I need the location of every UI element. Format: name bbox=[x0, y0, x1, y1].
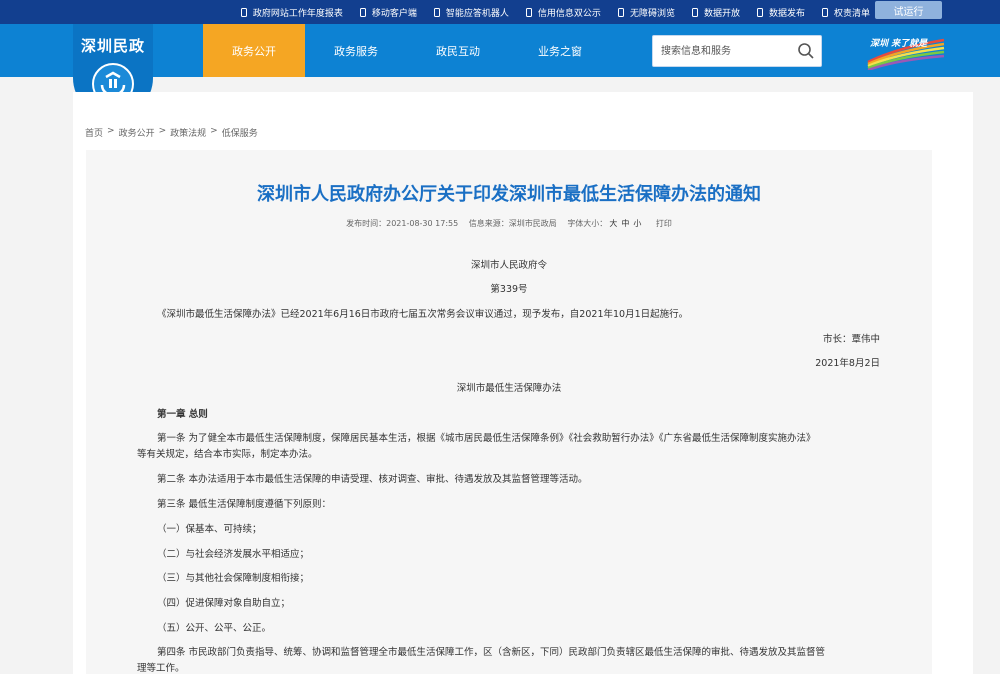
top-link-accessibility[interactable]: 无障碍浏览 bbox=[617, 6, 675, 19]
decree-issuer: 深圳市人民政府令 bbox=[470, 260, 547, 271]
phone-icon bbox=[821, 7, 828, 17]
brand-text: 深圳 来了就是 bbox=[870, 39, 928, 49]
search-icon bbox=[798, 43, 814, 59]
top-link-annual-report[interactable]: 政府网站工作年度报表 bbox=[240, 6, 343, 19]
font-size-label: 字体大小： bbox=[567, 219, 608, 228]
article-4-line-1: 第四条 市民政部门负责指导、统筹、协调和监督管理全市最低生活保障工作，区（含新区… bbox=[157, 647, 826, 658]
phone-icon bbox=[756, 7, 763, 17]
font-size-medium[interactable]: 中 bbox=[621, 219, 629, 228]
principle-item: （四）促进保障对象自助自立； bbox=[157, 598, 291, 609]
principle-item: （二）与社会经济发展水平相适应； bbox=[157, 549, 310, 560]
nav-item-business-window[interactable]: 业务之窗 bbox=[509, 24, 611, 77]
breadcrumb: 首页 > 政务公开 > 政策法规 > 低保服务 bbox=[85, 126, 258, 139]
top-link-open-data[interactable]: 数据开放 bbox=[691, 6, 740, 19]
search-box bbox=[652, 35, 822, 67]
top-link-robot[interactable]: 智能应答机器人 bbox=[433, 6, 509, 19]
print-link[interactable]: 打印 bbox=[656, 219, 672, 228]
top-link-responsibility-list[interactable]: 权责清单 bbox=[821, 6, 870, 19]
nav-item-gov-affairs-open[interactable]: 政务公开 bbox=[203, 24, 305, 77]
decree-number: 第339号 bbox=[490, 284, 528, 295]
breadcrumb-policies[interactable]: 政策法规 bbox=[170, 126, 206, 139]
article-3: 第三条 最低生活保障制度遵循下列原则： bbox=[157, 499, 332, 510]
phone-icon bbox=[617, 7, 624, 17]
top-links: 政府网站工作年度报表 移动客户端 智能应答机器人 信用信息双公示 无障碍浏览 数… bbox=[224, 0, 870, 24]
mayor-signature: 市长：覃伟中 bbox=[822, 334, 880, 345]
phone-icon bbox=[691, 7, 698, 17]
shenzhen-brand-logo: 深圳 来了就是 bbox=[866, 32, 946, 72]
site-title[interactable]: 深圳民政 bbox=[73, 35, 153, 56]
article-1-line-1: 第一条 为了健全本市最低生活保障制度，保障居民基本生活，根据《城市居民最低生活保… bbox=[157, 433, 816, 444]
phone-icon bbox=[240, 7, 247, 17]
intro-paragraph: 《深圳市最低生活保障办法》已经2021年6月16日市政府七届五次常务会议审议通过… bbox=[157, 309, 689, 320]
main-nav: 政务公开 政务服务 政民互动 业务之窗 bbox=[203, 24, 611, 77]
principle-item: （五）公开、公平、公正。 bbox=[157, 623, 272, 634]
article-1-line-2: 等有关规定，结合本市实际，制定本办法。 bbox=[137, 449, 318, 460]
breadcrumb-home[interactable]: 首页 bbox=[85, 126, 103, 139]
chapter-heading: 第一章 总则 bbox=[157, 409, 208, 420]
search-input[interactable] bbox=[653, 36, 793, 66]
top-link-data-release[interactable]: 数据发布 bbox=[756, 6, 805, 19]
principle-item: （三）与其他社会保障制度相衔接； bbox=[157, 573, 310, 584]
publish-time: 发布时间：2021-08-30 17:55 bbox=[346, 219, 459, 228]
article-4-line-2: 理等工作。 bbox=[137, 663, 185, 674]
info-source: 信息来源：深圳市民政局 bbox=[468, 219, 557, 228]
phone-icon bbox=[359, 7, 366, 17]
nav-item-gov-services[interactable]: 政务服务 bbox=[305, 24, 407, 77]
font-size-large[interactable]: 大 bbox=[609, 219, 617, 228]
trial-run-button[interactable]: 试运行 bbox=[875, 1, 942, 19]
nav-item-interaction[interactable]: 政民互动 bbox=[407, 24, 509, 77]
document-title: 深圳市最低生活保障办法 bbox=[456, 383, 562, 394]
article-2: 第二条 本办法适用于本市最低生活保障的申请受理、核对调查、审批、待遇发放及其监督… bbox=[157, 474, 588, 485]
breadcrumb-subsistence[interactable]: 低保服务 bbox=[222, 126, 258, 139]
phone-icon bbox=[433, 7, 440, 17]
top-utility-bar: 政府网站工作年度报表 移动客户端 智能应答机器人 信用信息双公示 无障碍浏览 数… bbox=[0, 0, 1000, 24]
article-meta: 发布时间：2021-08-30 17:55 信息来源：深圳市民政局 字体大小：大… bbox=[86, 218, 932, 229]
font-size-small[interactable]: 小 bbox=[633, 219, 641, 228]
top-link-mobile-client[interactable]: 移动客户端 bbox=[359, 6, 417, 19]
phone-icon bbox=[525, 7, 532, 17]
breadcrumb-gov-affairs[interactable]: 政务公开 bbox=[119, 126, 155, 139]
top-link-credit[interactable]: 信用信息双公示 bbox=[525, 6, 601, 19]
article-title: 深圳市人民政府办公厅关于印发深圳市最低生活保障办法的通知 bbox=[257, 184, 761, 205]
principle-item: （一）保基本、可持续； bbox=[157, 524, 262, 535]
search-button[interactable] bbox=[793, 38, 819, 64]
signed-date: 2021年8月2日 bbox=[815, 358, 880, 369]
